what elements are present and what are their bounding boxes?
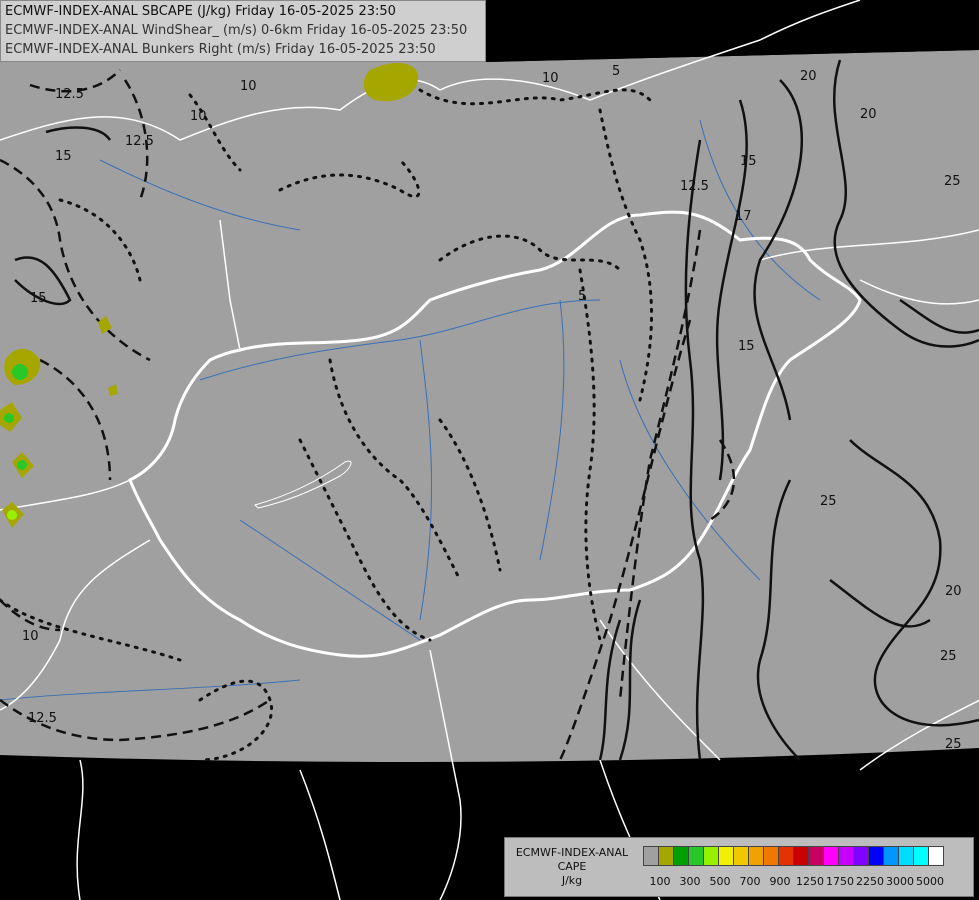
model-domain <box>0 0 979 763</box>
title-line-sbcape: ECMWF-INDEX-ANAL SBCAPE (J/kg) Friday 16… <box>5 4 396 19</box>
legend-swatch <box>658 846 674 866</box>
legend-swatch <box>748 846 764 866</box>
legend-tick-label: 1750 <box>826 875 854 888</box>
contour-label: 10 <box>190 109 207 124</box>
legend-swatch <box>673 846 689 866</box>
legend-swatch <box>793 846 809 866</box>
contour-label: 10 <box>542 71 559 86</box>
legend-swatch <box>643 846 659 866</box>
legend-title: ECMWF-INDEX-ANAL CAPE J/kg <box>509 846 635 888</box>
legend-swatch <box>853 846 869 866</box>
contour-label: 15 <box>55 149 72 164</box>
legend-tick-label: 1250 <box>796 875 824 888</box>
legend-tick-label: 2250 <box>856 875 884 888</box>
legend-tick-label: 5000 <box>916 875 944 888</box>
contour-label: 25 <box>945 737 962 752</box>
legend-color-scale <box>643 846 944 866</box>
legend-swatch <box>688 846 704 866</box>
legend-tick-labels: 100 300 500 700 900 1250 1750 2250 3000 5000 <box>643 875 973 889</box>
legend-tick-label: 900 <box>769 875 791 888</box>
legend-tick-label: 300 <box>679 875 701 888</box>
legend-swatch <box>928 846 944 866</box>
legend-title-line1: ECMWF-INDEX-ANAL <box>515 846 629 859</box>
contour-label: 10 <box>240 79 257 94</box>
contour-label: 5 <box>578 289 586 304</box>
legend-swatch <box>823 846 839 866</box>
legend-tick-label: 3000 <box>886 875 914 888</box>
legend-swatch <box>733 846 749 866</box>
contour-label: 12.5 <box>55 87 84 102</box>
weather-map: 12.5 10 12.5 15 10 5 10 12.5 15 20 20 15… <box>0 0 979 900</box>
legend-swatch <box>898 846 914 866</box>
contour-label: 15 <box>30 291 47 306</box>
contour-label: 5 <box>612 64 620 79</box>
legend-swatch <box>868 846 884 866</box>
legend-title-line2: CAPE <box>557 860 587 873</box>
contour-label: 12.5 <box>680 179 709 194</box>
contour-label: 20 <box>860 107 877 122</box>
cape-legend: ECMWF-INDEX-ANAL CAPE J/kg 100 300 500 700 9… <box>504 837 974 897</box>
legend-swatch <box>718 846 734 866</box>
legend-swatch <box>703 846 719 866</box>
contour-label: 10 <box>22 629 39 644</box>
title-line-windshear: ECMWF-INDEX-ANAL WindShear_ (m/s) 0-6km … <box>5 23 468 38</box>
legend-swatch <box>808 846 824 866</box>
legend-swatch <box>778 846 794 866</box>
contour-label: 12.5 <box>125 134 154 149</box>
contour-label: 17 <box>735 209 752 224</box>
legend-tick-label: 500 <box>709 875 731 888</box>
contour-label: 15 <box>740 154 757 169</box>
legend-swatch <box>763 846 779 866</box>
legend-tick-label: 100 <box>649 875 671 888</box>
contour-label: 12.5 <box>28 711 57 726</box>
contour-label: 25 <box>820 494 837 509</box>
legend-swatch <box>913 846 929 866</box>
legend-swatch <box>883 846 899 866</box>
title-line-bunkers: ECMWF-INDEX-ANAL Bunkers Right (m/s) Fri… <box>5 42 436 57</box>
map-title-box: ECMWF-INDEX-ANAL SBCAPE (J/kg) Friday 16… <box>0 0 486 62</box>
legend-title-line3: J/kg <box>561 874 583 887</box>
contour-label: 25 <box>940 649 957 664</box>
legend-tick-label: 700 <box>739 875 761 888</box>
contour-label: 15 <box>738 339 755 354</box>
contour-label: 25 <box>944 174 961 189</box>
legend-swatch <box>838 846 854 866</box>
contour-label: 20 <box>800 69 817 84</box>
contour-label: 20 <box>945 584 962 599</box>
